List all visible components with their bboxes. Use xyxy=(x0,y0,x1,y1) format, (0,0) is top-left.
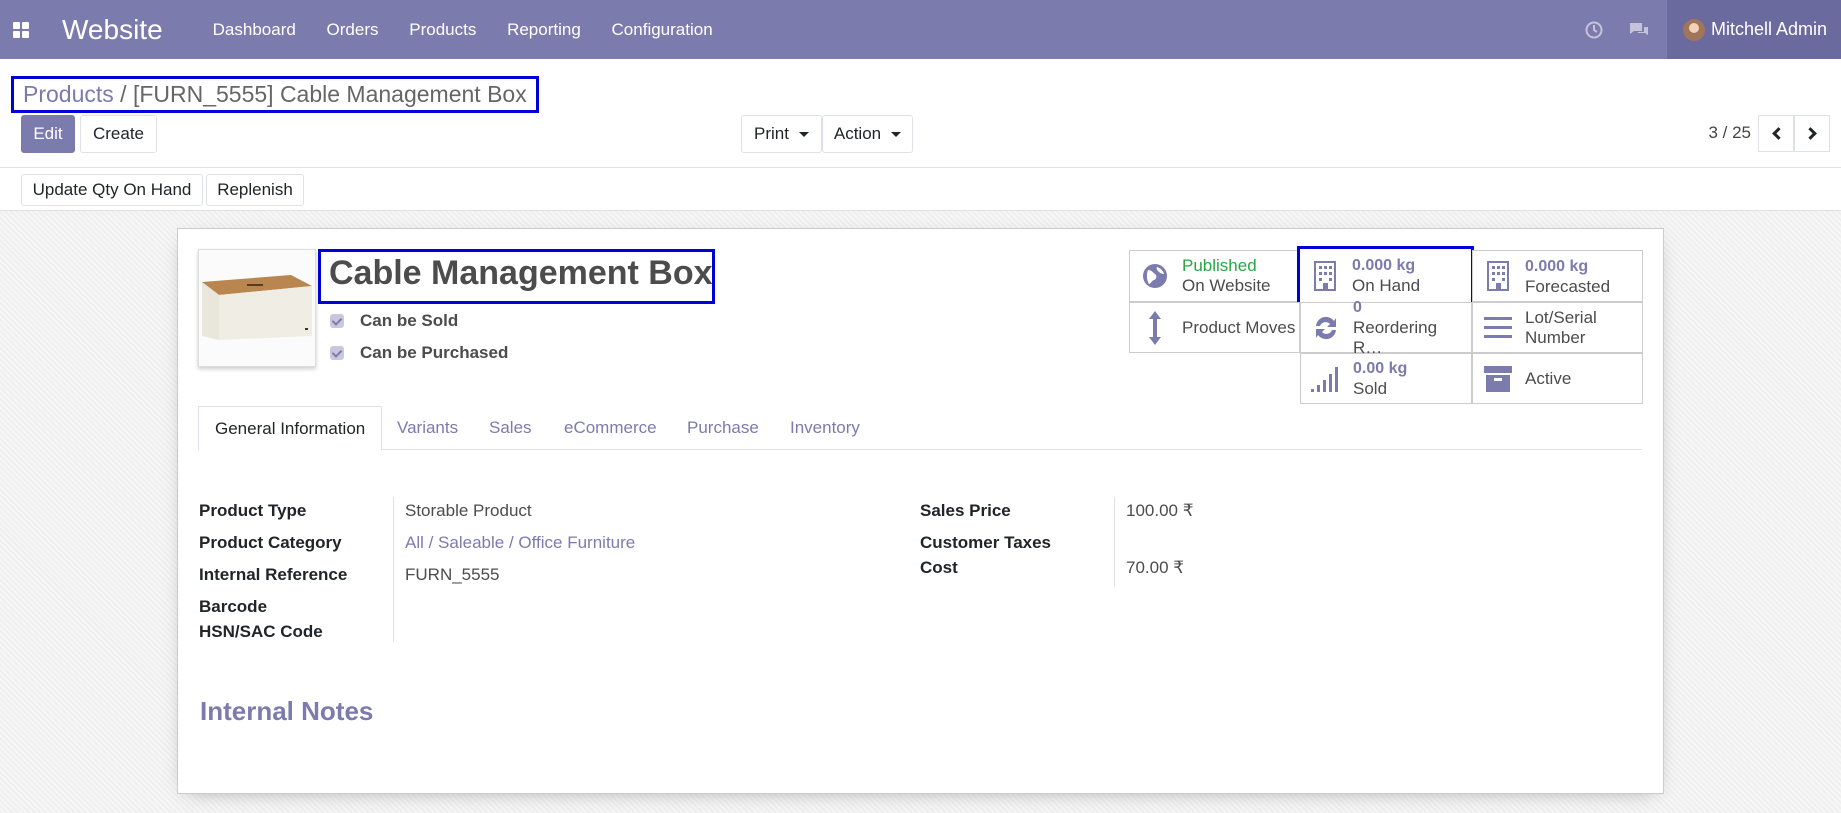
on-website-label: On Website xyxy=(1182,276,1271,295)
reordering-label: Reordering R… xyxy=(1352,318,1438,357)
can-be-sold-label: Can be Sold xyxy=(360,311,459,330)
breadcrumb-current: [FURN_5555] Cable Management Box xyxy=(132,81,527,107)
tab-variants[interactable]: Variants xyxy=(381,406,474,450)
tab-inventory[interactable]: Inventory xyxy=(774,406,876,450)
create-button[interactable]: Create xyxy=(80,115,157,153)
print-label: Print xyxy=(754,124,789,143)
main-nav: Dashboard Orders Products Reporting Conf… xyxy=(213,20,739,40)
reordering-rules-stat[interactable]: 0 Reordering R… xyxy=(1300,299,1472,357)
chevron-right-icon xyxy=(1803,127,1817,140)
cost-field[interactable]: 70.00 ₹ xyxy=(1126,558,1184,578)
avatar xyxy=(1682,18,1705,41)
pager-value[interactable]: 3 / 25 xyxy=(1708,123,1751,143)
action-label: Action xyxy=(833,124,882,143)
pager-previous-button[interactable] xyxy=(1758,115,1794,152)
website-published-stat[interactable]: Published On Website xyxy=(1129,250,1300,302)
messaging-icon[interactable] xyxy=(1617,0,1662,59)
user-name: Mitchell Admin xyxy=(1710,19,1827,39)
barcode-label: Barcode xyxy=(199,597,268,616)
internal-reference-label: Internal Reference xyxy=(199,565,348,584)
edit-button[interactable]: Edit xyxy=(21,115,75,153)
sold-value: 0.00 kg xyxy=(1353,360,1408,377)
refresh-icon xyxy=(1311,314,1341,342)
notebook-tabs: General Information Variants Sales eComm… xyxy=(198,406,1642,451)
on-hand-label: On Hand xyxy=(1352,276,1421,295)
nav-products[interactable]: Products xyxy=(409,20,476,39)
sold-label: Sold xyxy=(1353,379,1388,398)
active-label: Active xyxy=(1525,368,1572,388)
breadcrumb-products-link[interactable]: Products xyxy=(23,81,114,107)
caret-down-icon xyxy=(891,131,902,137)
lot-serial-label-2: Number xyxy=(1525,327,1586,347)
caret-down-icon xyxy=(798,131,809,137)
archive-box-icon xyxy=(1483,365,1513,392)
can-be-sold-row: Can be Sold xyxy=(330,311,458,331)
replenish-button[interactable]: Replenish xyxy=(206,174,304,206)
product-type-label: Product Type xyxy=(199,501,307,520)
reordering-value: 0 xyxy=(1352,299,1362,316)
internal-notes-heading: Internal Notes xyxy=(200,696,374,726)
tab-purchase[interactable]: Purchase xyxy=(671,406,775,450)
can-be-purchased-row: Can be Purchased xyxy=(330,343,508,363)
tab-sales[interactable]: Sales xyxy=(473,406,548,450)
field-separator xyxy=(1114,497,1115,587)
print-dropdown[interactable]: Print xyxy=(741,115,822,153)
product-type-field[interactable]: Storable Product xyxy=(405,501,532,521)
signal-bars-icon xyxy=(1311,366,1341,392)
breadcrumb-separator: / xyxy=(120,81,127,107)
product-image[interactable] xyxy=(198,249,316,367)
tab-ecommerce[interactable]: eCommerce xyxy=(548,406,673,450)
nav-reporting[interactable]: Reporting xyxy=(507,20,581,39)
breadcrumb: Products / [FURN_5555] Cable Management … xyxy=(11,76,539,113)
forecasted-value: 0.000 kg xyxy=(1525,257,1589,275)
internal-reference-field[interactable]: FURN_5555 xyxy=(405,565,500,585)
product-moves-label: Product Moves xyxy=(1182,317,1296,337)
vertical-arrows-icon xyxy=(1140,310,1170,345)
action-dropdown[interactable]: Action xyxy=(822,115,913,153)
can-be-purchased-label: Can be Purchased xyxy=(360,343,509,362)
hsn-sac-code-label: HSN/SAC Code xyxy=(199,622,323,641)
app-name[interactable]: Website xyxy=(62,14,163,46)
sold-stat[interactable]: 0.00 kg Sold xyxy=(1300,353,1472,404)
product-name-field[interactable]: Cable Management Box xyxy=(318,249,715,304)
apps-menu-icon[interactable] xyxy=(0,0,42,59)
list-bars-icon xyxy=(1483,316,1513,340)
chevron-left-icon xyxy=(1771,127,1785,140)
building-icon xyxy=(1310,260,1340,291)
on-hand-value: 0.000 kg xyxy=(1352,257,1416,274)
update-qty-on-hand-button[interactable]: Update Qty On Hand xyxy=(21,174,203,206)
sales-price-label: Sales Price xyxy=(920,501,1011,520)
building-icon xyxy=(1483,261,1513,291)
user-menu[interactable]: Mitchell Admin xyxy=(1666,0,1841,59)
product-moves-stat[interactable]: Product Moves xyxy=(1129,302,1300,353)
customer-taxes-label: Customer Taxes xyxy=(920,533,1052,552)
published-status: Published xyxy=(1182,256,1257,275)
sales-price-field[interactable]: 100.00 ₹ xyxy=(1126,501,1194,521)
pager-next-button[interactable] xyxy=(1794,115,1830,152)
cost-label: Cost xyxy=(920,558,958,577)
forecasted-label: Forecasted xyxy=(1525,276,1611,296)
nav-dashboard[interactable]: Dashboard xyxy=(213,20,296,39)
systray: Mitchell Admin xyxy=(1572,0,1841,59)
active-toggle-stat[interactable]: Active xyxy=(1472,353,1643,404)
statusbar-divider xyxy=(0,167,1841,168)
product-category-label: Product Category xyxy=(199,533,342,552)
activity-clock-icon[interactable] xyxy=(1572,0,1617,59)
can-be-purchased-checkbox[interactable] xyxy=(330,346,344,360)
can-be-sold-checkbox[interactable] xyxy=(330,314,344,328)
field-separator xyxy=(393,497,394,642)
product-category-link[interactable]: All / Saleable / Office Furniture xyxy=(405,533,635,553)
lot-serial-label-1: Lot/Serial xyxy=(1525,307,1597,327)
nav-orders[interactable]: Orders xyxy=(327,20,379,39)
forecasted-stat[interactable]: 0.000 kg Forecasted xyxy=(1472,250,1643,302)
lot-serial-stat[interactable]: Lot/Serial Number xyxy=(1472,302,1643,353)
globe-icon xyxy=(1140,263,1170,289)
nav-configuration[interactable]: Configuration xyxy=(612,20,713,39)
top-navbar: Website Dashboard Orders Products Report… xyxy=(0,0,1841,59)
tab-general-information[interactable]: General Information xyxy=(198,406,383,451)
